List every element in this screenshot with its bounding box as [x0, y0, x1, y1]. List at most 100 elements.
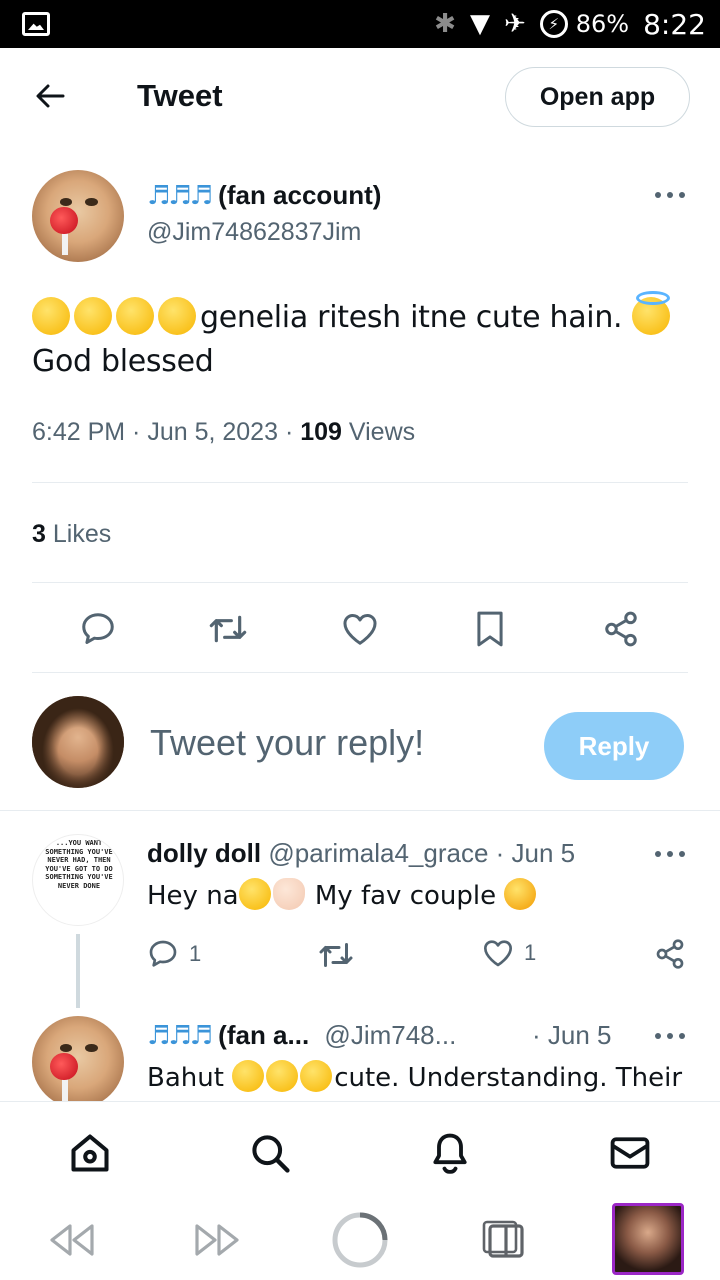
bluetooth-icon: ✱: [434, 9, 456, 39]
share-icon: [605, 611, 637, 647]
more-options-icon[interactable]: [655, 1030, 685, 1042]
bottom-navigation: [0, 1101, 720, 1201]
pinching-hand-emoji: [272, 878, 305, 910]
reply-date[interactable]: · Jun 5: [532, 1020, 612, 1051]
retweet-button[interactable]: [204, 605, 252, 653]
mail-icon: [610, 1137, 650, 1169]
heart-icon: [343, 614, 377, 645]
heart-icon: [484, 940, 512, 967]
likes-stat[interactable]: 3 Likes: [32, 520, 111, 549]
reply-author-handle[interactable]: @parimala4_grace: [268, 838, 488, 868]
music-notes: ♬♬♬: [147, 181, 213, 211]
author-name-suffix: (fan account): [218, 180, 382, 210]
divider: [32, 582, 688, 583]
avatar-quote-text: ...YOU WANT SOMETHING YOU'VE NEVER HAD, …: [45, 839, 113, 890]
divider: [0, 810, 720, 811]
pleading-face-emoji: [238, 878, 271, 910]
bookmark-button[interactable]: [466, 605, 514, 653]
reply-author-name[interactable]: dolly doll: [147, 838, 261, 868]
tired-face-emoji: [158, 297, 196, 335]
retweet-icon: [319, 943, 353, 967]
like-button[interactable]: [336, 605, 384, 653]
reply-reply-button[interactable]: 1: [147, 938, 201, 970]
reply-text-a: Hey na: [147, 881, 239, 911]
reply-share-button[interactable]: [654, 938, 686, 970]
tabs-icon: [482, 1220, 524, 1258]
rolling-eyes-emoji: [300, 1060, 333, 1092]
browser-back-button[interactable]: [40, 1208, 104, 1272]
battery-saver-icon: ⚡: [539, 10, 568, 38]
fast-forward-icon: [195, 1224, 239, 1256]
gallery-icon: [22, 12, 50, 36]
like-count: 1: [524, 940, 537, 965]
tired-face-emoji: [116, 297, 154, 335]
hugging-face-emoji: [504, 878, 537, 910]
reply-date[interactable]: · Jun 5: [496, 838, 576, 868]
tweet-text-line2: God blessed: [32, 344, 214, 379]
airplane-icon: ✈: [503, 9, 526, 39]
back-button[interactable]: [30, 76, 70, 116]
halo-face-emoji: [631, 291, 670, 335]
nav-messages[interactable]: [607, 1130, 653, 1176]
thread-line: [76, 934, 80, 1008]
rewind-icon: [50, 1224, 94, 1256]
user-avatar[interactable]: [32, 696, 124, 788]
reply-button[interactable]: [74, 605, 122, 653]
tweet-date[interactable]: Jun 5, 2023: [147, 418, 278, 446]
nav-search[interactable]: [247, 1130, 293, 1176]
retweet-icon: [209, 615, 247, 643]
frowning-face-emoji: [266, 1060, 299, 1092]
wifi-icon: ▼: [469, 9, 490, 39]
more-options-icon[interactable]: [655, 189, 685, 201]
battery-percent: 86%: [575, 10, 630, 38]
reply-author-suffix: (fan a...: [218, 1020, 310, 1050]
arrow-left-icon: [36, 84, 65, 108]
browser-tabs-button[interactable]: [476, 1208, 532, 1272]
reply-text-b: My fav couple: [314, 881, 497, 911]
tired-face-emoji: [32, 297, 70, 335]
reply-header: dolly doll @parimala4_grace · Jun 5: [147, 838, 575, 869]
reply-author-handle[interactable]: @Jim748...: [324, 1020, 456, 1050]
comment-icon: [82, 613, 114, 644]
reply-like-button[interactable]: 1: [482, 938, 536, 968]
open-app-button[interactable]: Open app: [505, 67, 690, 127]
reply-text-a: Bahut: [147, 1063, 224, 1093]
reply-avatar[interactable]: [32, 1016, 124, 1108]
frowning-face-emoji: [232, 1060, 265, 1092]
loading-spinner-icon: [332, 1212, 388, 1268]
reply-count: 1: [189, 941, 202, 966]
author-handle[interactable]: @Jim74862837Jim: [147, 218, 361, 247]
views-label: Views: [348, 418, 416, 446]
reply-text: Bahut cute. Understanding. Their: [147, 1060, 682, 1093]
bell-icon: [433, 1133, 467, 1174]
home-icon: [71, 1134, 109, 1172]
reply-submit-button[interactable]: Reply: [544, 712, 684, 780]
tweet-time[interactable]: 6:42 PM: [32, 418, 125, 446]
status-icons: ✱ ▼ ✈ ⚡ 86% 8:22: [434, 0, 706, 48]
views-count: 109: [300, 418, 342, 446]
search-icon: [252, 1135, 290, 1173]
author-name[interactable]: ♬♬♬ (fan account): [147, 180, 381, 211]
music-notes: ♬♬♬: [147, 1021, 213, 1051]
share-icon: [656, 939, 684, 969]
profile-thumbnail[interactable]: [612, 1203, 684, 1275]
more-options-icon[interactable]: [655, 848, 685, 860]
reply-input[interactable]: Tweet your reply!: [150, 722, 424, 764]
reply-header: ♬♬♬ (fan a... @Jim748...: [147, 1020, 456, 1051]
nav-notifications[interactable]: [427, 1130, 473, 1176]
tweet-meta: 6:42 PM · Jun 5, 2023 · 109 Views: [32, 418, 416, 446]
divider: [32, 672, 688, 673]
divider: [32, 482, 688, 483]
reply-text-b: cute. Understanding. Their: [334, 1063, 683, 1093]
nav-home[interactable]: [67, 1130, 113, 1176]
share-button[interactable]: [597, 605, 645, 653]
browser-reload-button[interactable]: [328, 1208, 392, 1272]
browser-forward-button[interactable]: [185, 1208, 249, 1272]
reply-retweet-button[interactable]: [318, 940, 354, 970]
comment-icon: [149, 940, 177, 967]
likes-label: Likes: [52, 520, 112, 548]
reply-text: Hey na My fav couple: [147, 878, 538, 911]
author-avatar[interactable]: [32, 170, 124, 262]
reply-author-name[interactable]: ♬♬♬ (fan a...: [147, 1020, 310, 1051]
reply-avatar[interactable]: ...YOU WANT SOMETHING YOU'VE NEVER HAD, …: [32, 834, 124, 926]
